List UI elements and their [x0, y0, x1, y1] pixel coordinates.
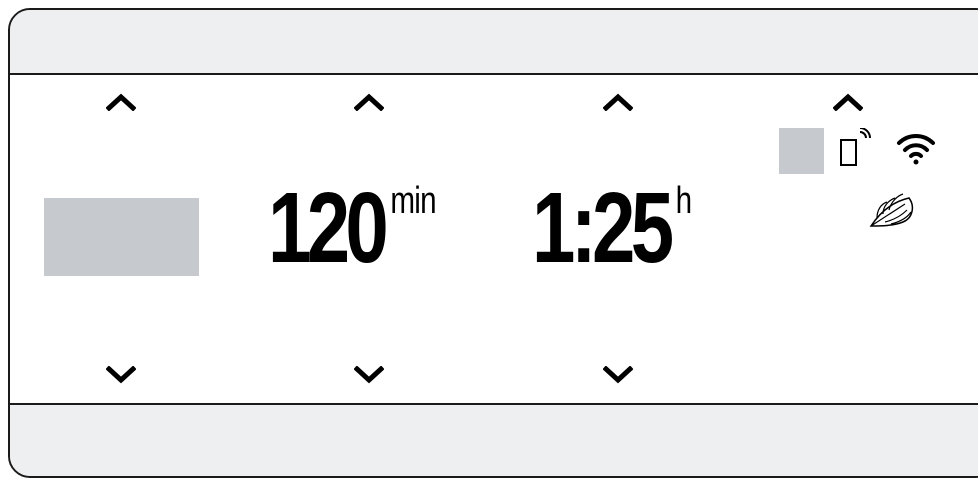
chevron-down-icon: [354, 366, 384, 384]
chevron-up-icon: [833, 93, 863, 111]
chevron-up-icon: [603, 93, 633, 111]
status-placeholder: [779, 128, 824, 174]
decrease-time-button[interactable]: [603, 366, 633, 384]
time-display: 1:25 h: [532, 172, 692, 284]
chevron-up-icon: [106, 93, 136, 111]
time-unit: h: [675, 180, 692, 222]
chevron-up-icon: [354, 93, 384, 111]
increase-duration-button[interactable]: [354, 93, 384, 111]
top-band: [10, 10, 978, 75]
decrease-duration-button[interactable]: [354, 366, 384, 384]
increase-option-button[interactable]: [833, 93, 863, 111]
chevron-down-icon: [106, 366, 136, 384]
decrease-program-button[interactable]: [106, 366, 136, 384]
increase-time-button[interactable]: [603, 93, 633, 111]
bottom-band: [10, 403, 978, 476]
remote-start-icon: [838, 127, 878, 173]
time-value: 1:25: [532, 172, 674, 284]
chevron-down-icon: [603, 366, 633, 384]
feather-icon: [865, 188, 921, 237]
duration-display: 120 min: [268, 172, 437, 284]
program-placeholder: [44, 198, 199, 276]
duration-unit: min: [390, 180, 436, 222]
duration-value: 120: [268, 172, 389, 284]
increase-program-button[interactable]: [106, 93, 136, 111]
wifi-icon: [896, 133, 936, 170]
